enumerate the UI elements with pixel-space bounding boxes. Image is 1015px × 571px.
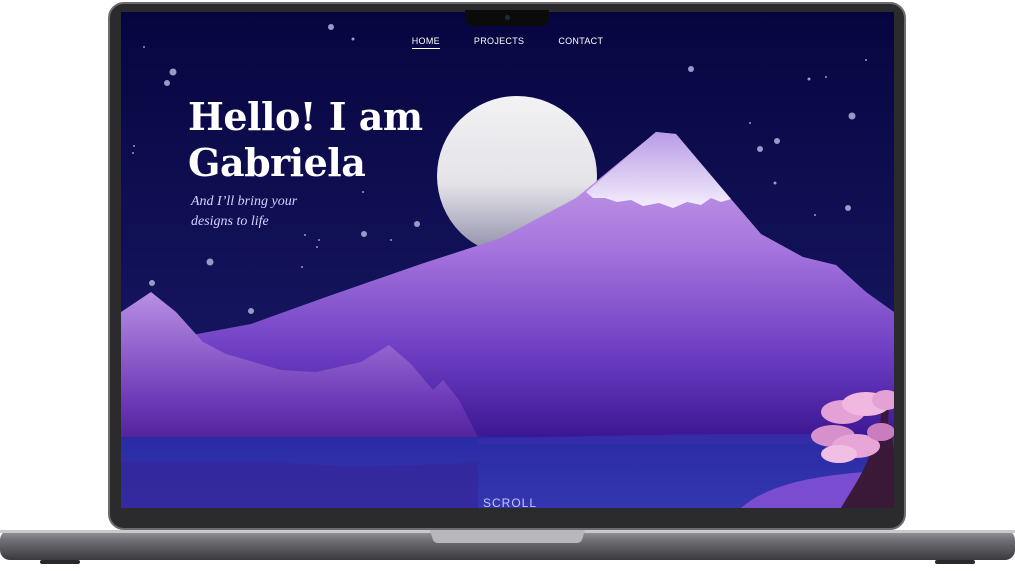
- main-navigation: HOME PROJECTS CONTACT: [121, 36, 894, 49]
- hero-subtitle-line1: And I’ll bring your: [191, 194, 298, 209]
- hero-subtitle-line2: designs to life: [191, 214, 269, 229]
- camera-notch: [465, 10, 549, 26]
- hero-title-line2: Gabriela: [188, 140, 366, 185]
- mountain-reflection: [121, 462, 478, 508]
- website-screen: HOME PROJECTS CONTACT Hello! I am Gabrie…: [121, 12, 894, 508]
- hero-title-line1: Hello! I am: [188, 94, 423, 139]
- webcam-icon: [505, 15, 510, 20]
- landscape-illustration: [121, 12, 894, 508]
- hero-title: Hello! I am Gabriela: [188, 94, 423, 186]
- nav-link-projects[interactable]: PROJECTS: [474, 36, 524, 49]
- hero-subtitle: And I’ll bring your designs to life: [191, 192, 331, 232]
- scroll-indicator[interactable]: SCROLL: [483, 496, 537, 508]
- nav-link-home[interactable]: HOME: [411, 36, 440, 49]
- laptop-base: [0, 530, 1015, 564]
- nav-link-contact[interactable]: CONTACT: [558, 36, 603, 49]
